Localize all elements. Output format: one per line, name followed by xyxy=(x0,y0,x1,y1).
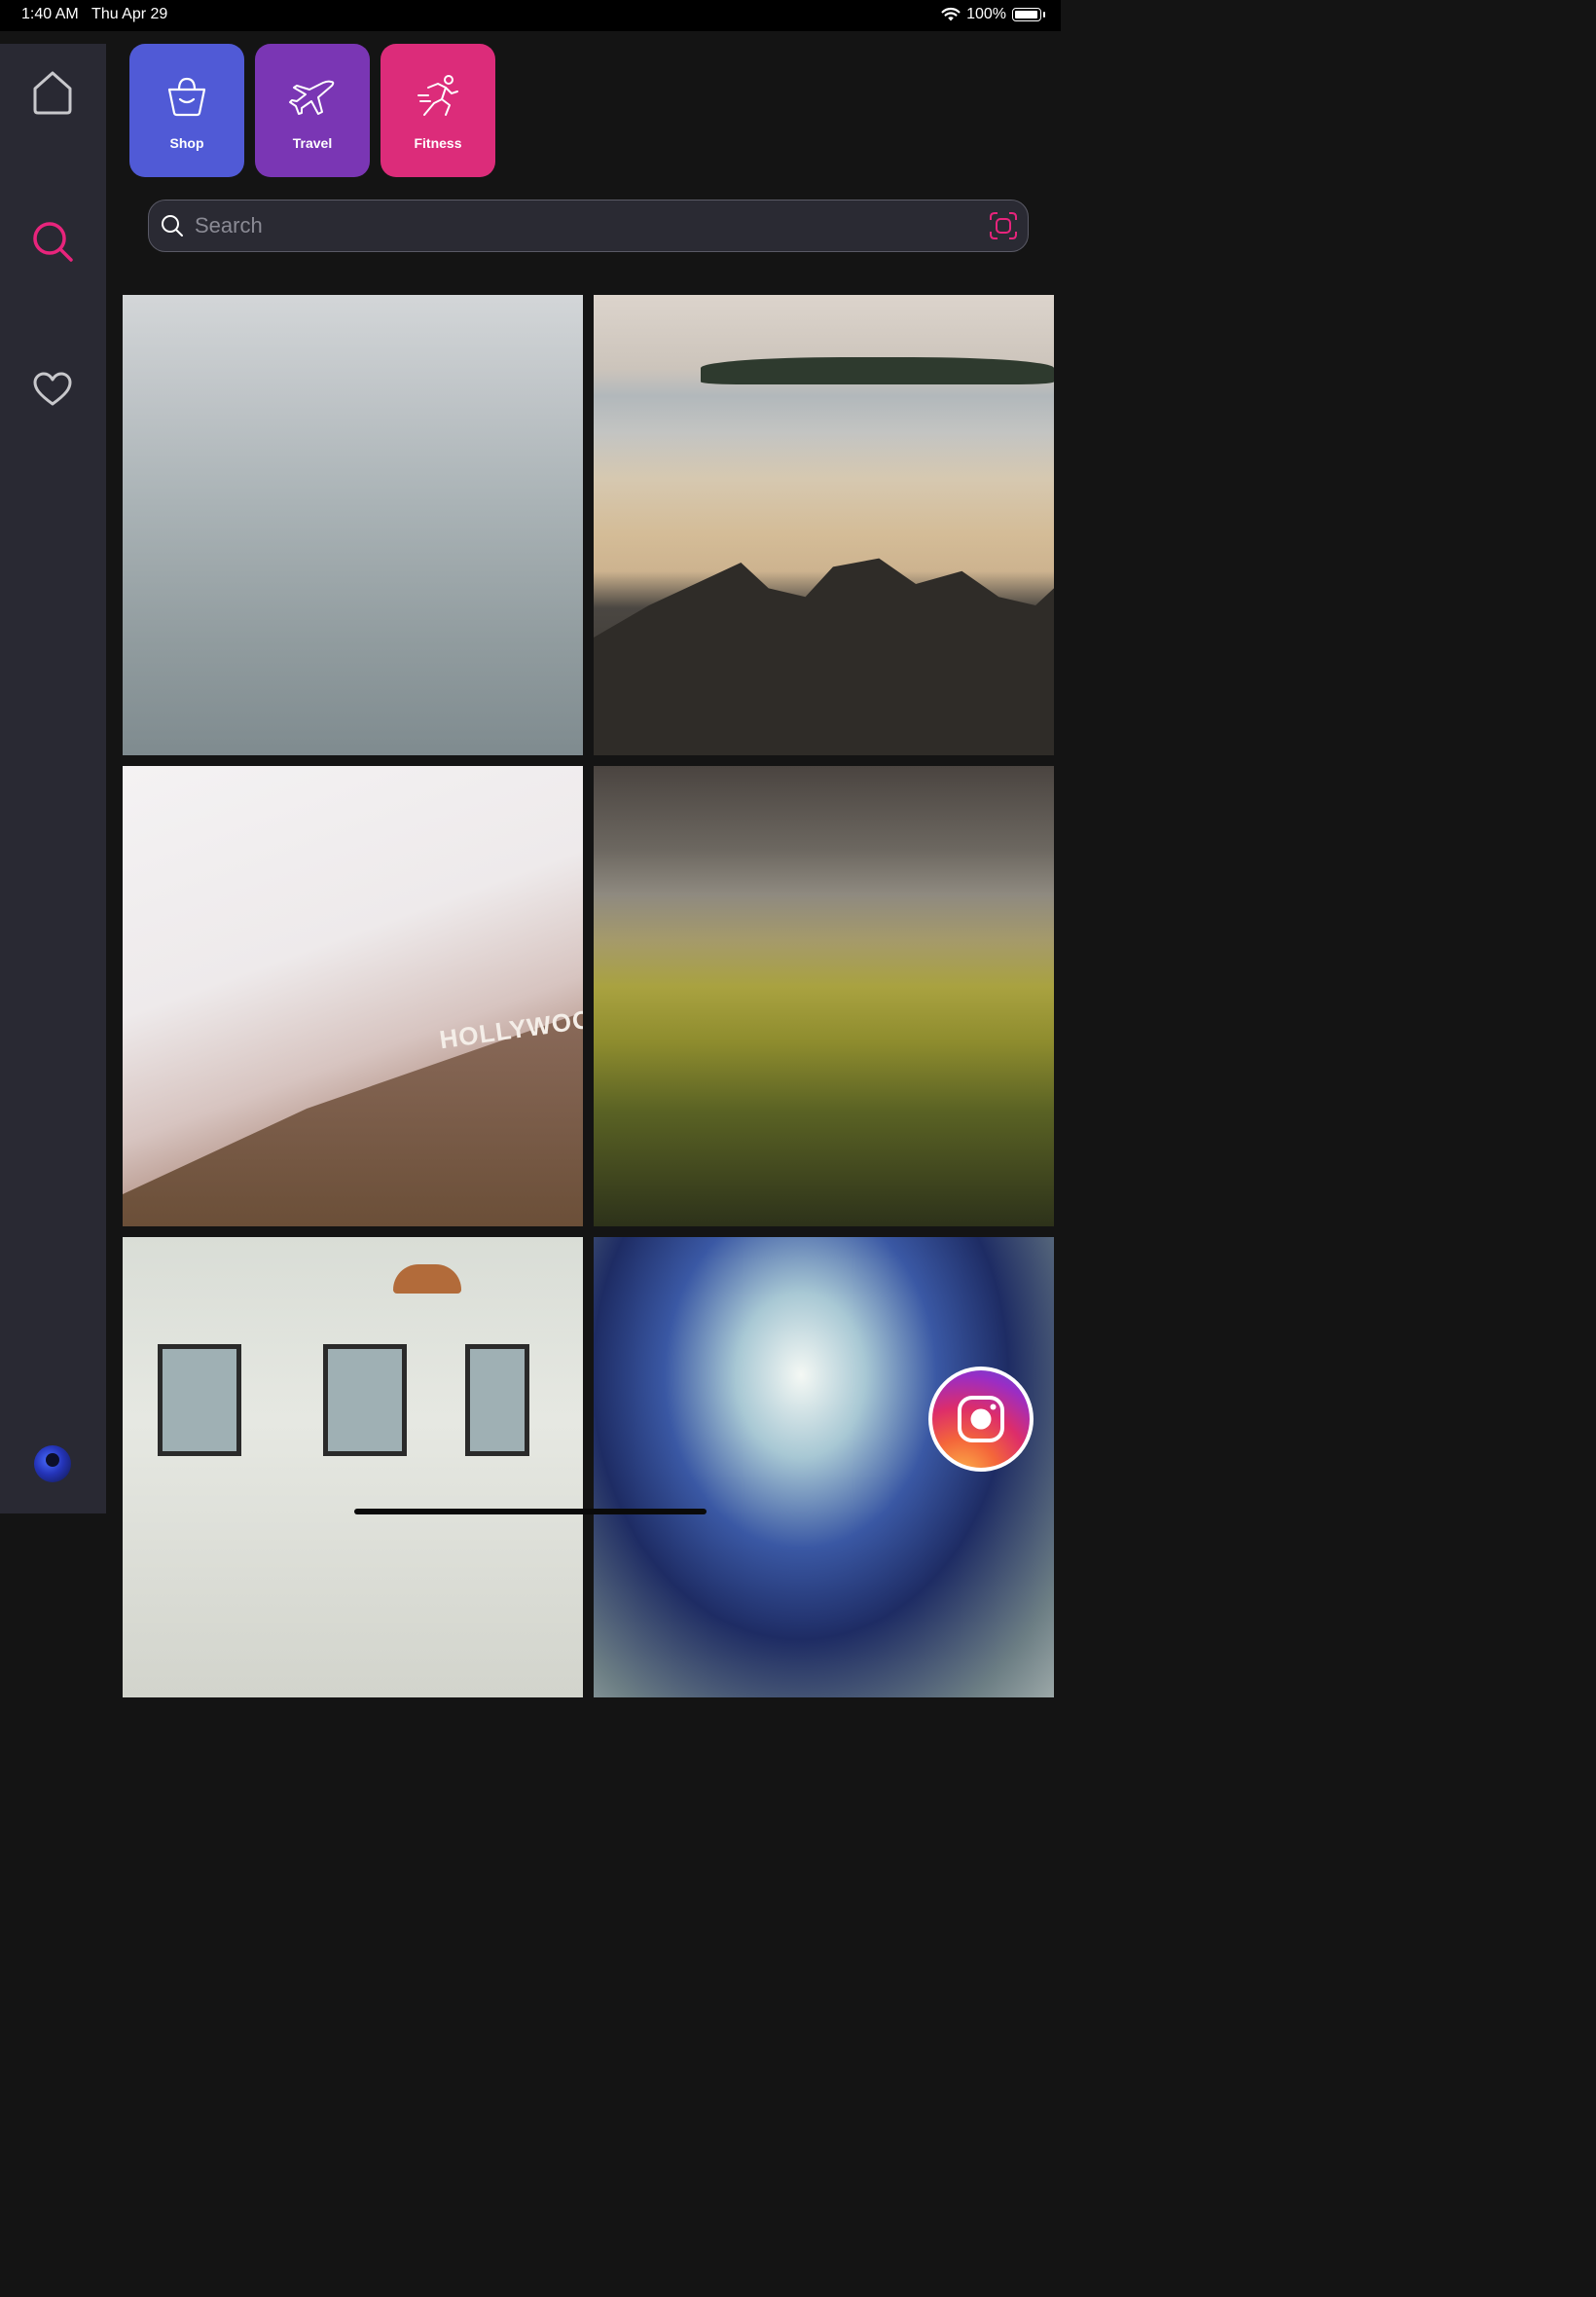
sidebar-item-home[interactable] xyxy=(28,68,77,117)
heart-icon xyxy=(33,372,72,406)
grid-image-mountain-valley[interactable] xyxy=(594,766,1054,1226)
rocks-shape xyxy=(594,558,1054,755)
avatar[interactable] xyxy=(34,1445,71,1482)
airplane-icon xyxy=(287,71,338,122)
camera-button[interactable] xyxy=(928,1367,1034,1472)
category-fitness[interactable]: Fitness xyxy=(381,44,495,177)
grid-image-hollywood-hills[interactable]: HOLLYWOOD xyxy=(123,766,583,1226)
status-time: 1:40 AM xyxy=(21,6,79,22)
category-label: Fitness xyxy=(414,135,462,151)
home-icon xyxy=(33,71,72,115)
picture-frame xyxy=(323,1344,407,1456)
category-shop[interactable]: Shop xyxy=(129,44,244,177)
search-icon xyxy=(162,215,183,237)
sidebar xyxy=(0,44,106,1513)
category-travel[interactable]: Travel xyxy=(255,44,370,177)
island-silhouette xyxy=(701,357,1054,384)
grid-image-snowy-forest[interactable] xyxy=(123,295,583,755)
scan-icon[interactable] xyxy=(989,211,1018,240)
category-label: Shop xyxy=(169,135,204,151)
running-person-icon xyxy=(413,71,463,122)
category-label: Travel xyxy=(292,135,333,151)
picture-frame xyxy=(465,1344,529,1456)
status-bar: 1:40 AM Thu Apr 29 100% xyxy=(0,0,1061,31)
status-time-date: 1:40 AM Thu Apr 29 xyxy=(21,6,167,23)
search-bar[interactable] xyxy=(148,200,1029,252)
status-date: Thu Apr 29 xyxy=(91,6,168,22)
lamp-shape xyxy=(393,1264,461,1294)
home-indicator xyxy=(354,1509,707,1514)
status-indicators: 100% xyxy=(941,6,1045,23)
grid-image-beach-rocks[interactable] xyxy=(594,295,1054,755)
sidebar-item-search[interactable] xyxy=(28,217,77,266)
picture-frame xyxy=(158,1344,241,1456)
battery-fill xyxy=(1015,11,1037,18)
grid-image-gallery-wall[interactable] xyxy=(123,1237,583,1697)
battery-icon xyxy=(1012,8,1045,21)
category-row: Shop Travel Fitness xyxy=(129,44,495,177)
sidebar-item-favorites[interactable] xyxy=(28,365,77,414)
search-icon xyxy=(33,222,73,262)
camera-icon xyxy=(958,1396,1004,1442)
shopping-bag-icon xyxy=(162,71,212,122)
wifi-icon xyxy=(941,7,961,21)
battery-percent: 100% xyxy=(966,6,1006,22)
search-input[interactable] xyxy=(193,212,989,239)
